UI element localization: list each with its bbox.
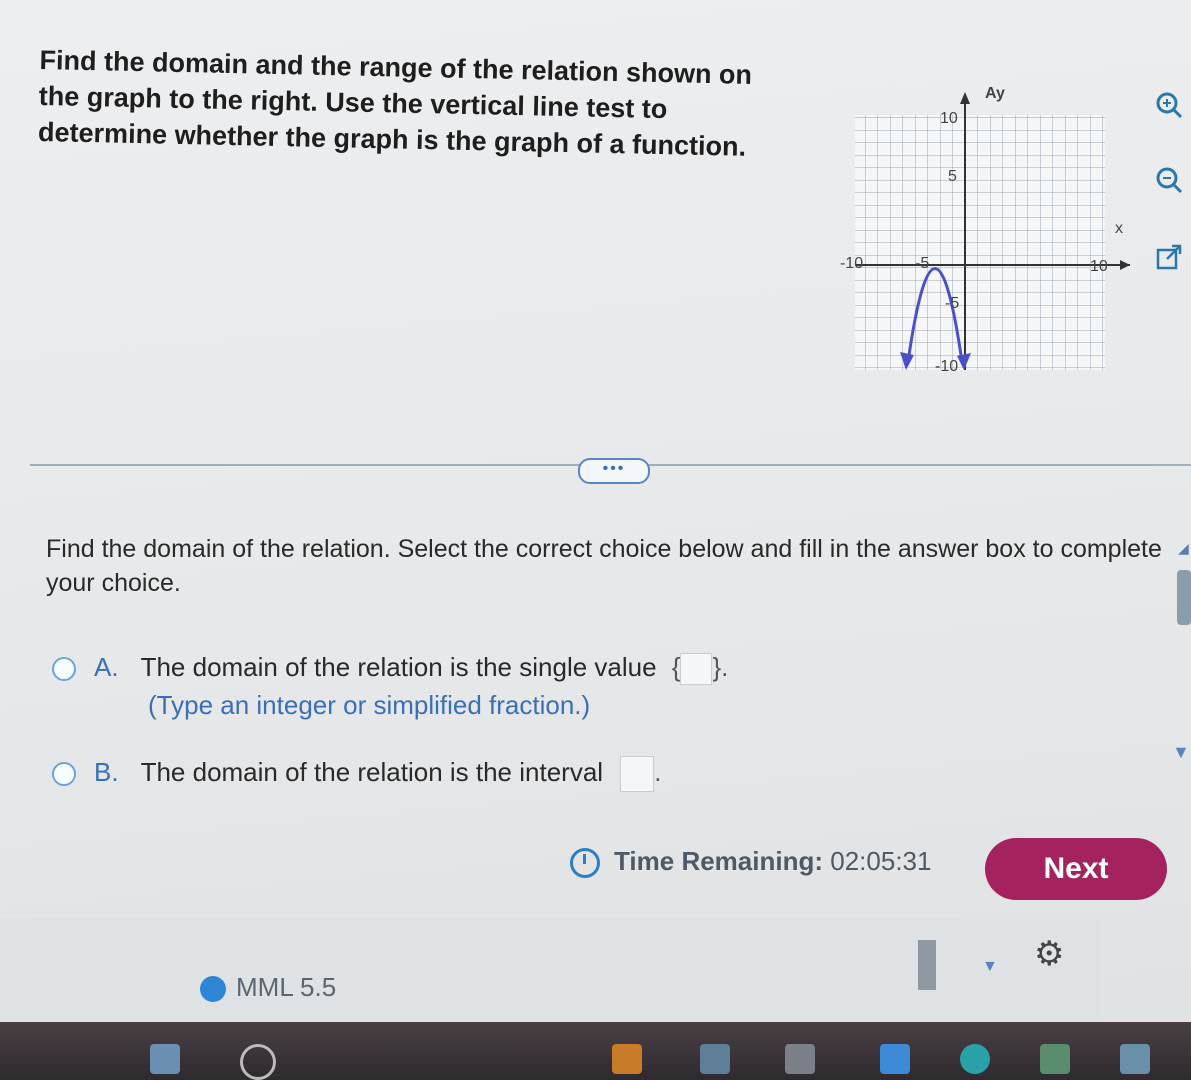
zoom-out-icon[interactable]	[1150, 165, 1188, 203]
choice-a-text: The domain of the relation is the single…	[140, 652, 657, 682]
choice-b[interactable]: B. The domain of the relation is the inte…	[52, 756, 662, 792]
choice-a-letter: A.	[94, 652, 119, 682]
graph-panel[interactable]: Ay x 10 5 -5 -10 -10 -5 10	[840, 80, 1140, 390]
timer: Time Remaining: 02:05:31	[570, 846, 932, 879]
footer-slider[interactable]	[918, 940, 936, 990]
taskbar-icon-calendar[interactable]	[1120, 1044, 1150, 1074]
taskbar-icon-app[interactable]	[612, 1044, 642, 1074]
next-button[interactable]: Next	[985, 838, 1167, 900]
answer-box-a[interactable]	[680, 653, 713, 686]
zoom-in-icon[interactable]	[1150, 90, 1188, 128]
taskbar-icon-grid[interactable]	[150, 1044, 180, 1074]
open-brace: {	[671, 652, 681, 682]
question-text: Find the domain and the range of the rel…	[37, 44, 753, 162]
tick-y-5: 5	[948, 168, 957, 185]
radio-a[interactable]	[52, 657, 76, 682]
scrollbar-thumb[interactable]	[1177, 570, 1191, 625]
timer-label: Time Remaining:	[614, 846, 824, 876]
mml-logo-icon	[200, 976, 226, 1003]
mml-label: MML 5.5	[236, 972, 337, 1002]
choice-b-letter: B.	[94, 756, 119, 787]
scroll-up-icon[interactable]: ◢	[1178, 540, 1191, 556]
close-brace: }.	[712, 652, 729, 682]
taskbar-icon-c[interactable]	[960, 1044, 990, 1074]
y-axis-label: Ay	[985, 85, 1005, 102]
dropdown-arrow-icon[interactable]: ▼	[982, 958, 998, 976]
timer-value: 02:05:31	[830, 846, 932, 876]
tick-y-10: 10	[940, 110, 958, 127]
choice-a-hint: (Type an integer or simplified fraction.…	[148, 690, 591, 720]
radio-b[interactable]	[52, 762, 76, 786]
more-button[interactable]: •••	[578, 458, 650, 484]
clock-icon	[570, 848, 600, 879]
y-axis-arrow	[960, 92, 970, 104]
graph-svg	[855, 92, 1130, 370]
tick-x-10: 10	[1090, 258, 1108, 275]
scroll-down-icon[interactable]: ▼	[1172, 742, 1190, 763]
tick-y-neg5: -5	[945, 295, 960, 312]
tick-x-neg5: -5	[915, 255, 930, 272]
choice-a[interactable]: A. The domain of the relation is the sing…	[52, 652, 729, 686]
screen: Find the domain and the range of the rel…	[0, 0, 1191, 1080]
taskbar-icon-a[interactable]	[785, 1044, 815, 1074]
mml-link[interactable]: MML 5.5	[200, 972, 336, 1003]
gear-icon[interactable]: ⚙	[1034, 934, 1064, 974]
tick-x-neg10: -10	[840, 255, 864, 272]
external-link-icon[interactable]	[1150, 242, 1188, 280]
x-axis-label: x	[1115, 220, 1123, 237]
choice-b-text: The domain of the relation is the interv…	[140, 756, 604, 787]
taskbar-icon-calc[interactable]	[700, 1044, 730, 1074]
taskbar-icon-check[interactable]	[880, 1044, 910, 1074]
x-axis-arrow	[1120, 260, 1130, 270]
answer-box-b[interactable]	[620, 756, 655, 792]
taskbar-icon-media[interactable]	[1040, 1044, 1070, 1074]
tick-y-neg10: -10	[935, 358, 959, 375]
choice-b-end: .	[654, 756, 662, 787]
sub-question-text: Find the domain of the relation. Select …	[46, 535, 1162, 597]
graph-grid	[855, 115, 1105, 370]
taskbar-icon-circle[interactable]	[240, 1044, 276, 1080]
